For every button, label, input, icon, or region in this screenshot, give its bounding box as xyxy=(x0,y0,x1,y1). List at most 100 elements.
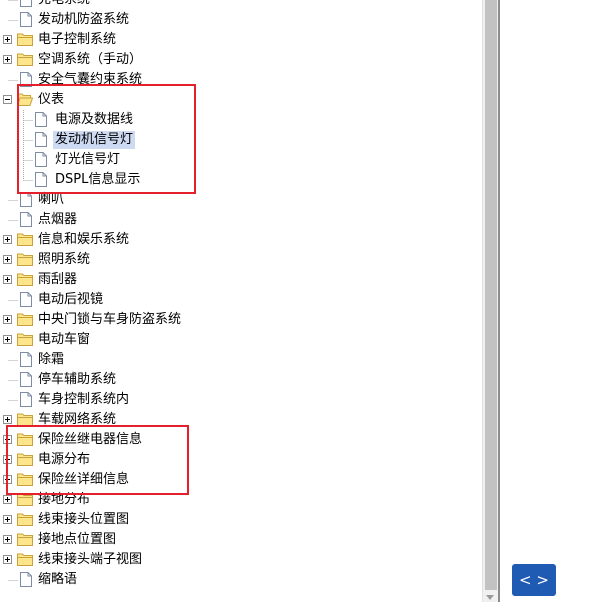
expand-toggle-icon[interactable] xyxy=(3,315,12,324)
folder-icon xyxy=(17,453,33,466)
expand-toggle-icon[interactable] xyxy=(3,515,12,524)
prev-next-button[interactable]: < > xyxy=(512,564,556,596)
expand-toggle-icon[interactable] xyxy=(3,555,12,564)
tree-item-label[interactable]: DSPL信息显示 xyxy=(53,171,142,189)
tree-item[interactable]: 接地分布 xyxy=(0,490,480,510)
tree-connector-lines xyxy=(23,170,33,181)
tree-item-label[interactable]: 充电系统 xyxy=(36,0,92,9)
tree-item-label[interactable]: 车身控制系统内 xyxy=(36,391,131,409)
page-icon xyxy=(35,112,47,127)
collapse-toggle-icon[interactable] xyxy=(3,95,12,104)
tree-item[interactable]: 灯光信号灯 xyxy=(0,150,480,170)
tree-item-label[interactable]: 线束接头端子视图 xyxy=(36,551,144,569)
tree-item-label[interactable]: 喇叭 xyxy=(36,191,66,209)
tree-connector-lines xyxy=(23,130,33,150)
tree-item-label[interactable]: 除霜 xyxy=(36,351,66,369)
tree-item[interactable]: 电动后视镜 xyxy=(0,290,480,310)
tree-item-label[interactable]: 电子控制系统 xyxy=(36,31,118,49)
tree-item[interactable]: 安全气囊约束系统 xyxy=(0,70,480,90)
folder-icon xyxy=(17,473,33,486)
expand-toggle-icon[interactable] xyxy=(3,275,12,284)
tree-item-label[interactable]: 保险丝详细信息 xyxy=(36,471,131,489)
tree-item[interactable]: 信息和娱乐系统 xyxy=(0,230,480,250)
tree-item-label[interactable]: 保险丝继电器信息 xyxy=(36,431,144,449)
tree-item-label[interactable]: 空调系统（手动） xyxy=(36,51,144,69)
page-icon xyxy=(35,172,47,187)
tree-item-label[interactable]: 点烟器 xyxy=(36,211,79,229)
folder-icon xyxy=(17,233,33,246)
page-icon xyxy=(20,12,32,27)
tree-item[interactable]: 保险丝继电器信息 xyxy=(0,430,480,450)
expand-toggle-icon[interactable] xyxy=(3,475,12,484)
tree-item-label[interactable]: 电动车窗 xyxy=(36,331,92,349)
tree-item-label[interactable]: 接地点位置图 xyxy=(36,531,118,549)
tree-item[interactable]: 电子控制系统 xyxy=(0,30,480,50)
page-icon xyxy=(20,292,32,307)
expand-toggle-icon[interactable] xyxy=(3,495,12,504)
tree-item[interactable]: DSPL信息显示 xyxy=(0,170,480,190)
tree-connector-lines xyxy=(23,110,33,130)
tree-item[interactable]: 发动机信号灯 xyxy=(0,130,480,150)
tree-item-label[interactable]: 接地分布 xyxy=(36,491,92,509)
folder-open-icon xyxy=(17,93,34,106)
expand-toggle-icon[interactable] xyxy=(3,35,12,44)
tree-item-label[interactable]: 雨刮器 xyxy=(36,271,79,289)
tree-item-label[interactable]: 信息和娱乐系统 xyxy=(36,231,131,249)
tree-item[interactable]: 电源分布 xyxy=(0,450,480,470)
page-icon xyxy=(20,392,32,407)
tree-connector-lines xyxy=(23,150,33,170)
tree-item-label[interactable]: 电动后视镜 xyxy=(36,291,105,309)
tree-item[interactable]: 车载网络系统 xyxy=(0,410,480,430)
page-icon xyxy=(20,352,32,367)
expand-toggle-icon[interactable] xyxy=(3,255,12,264)
tree-item[interactable]: 缩略语 xyxy=(0,570,480,590)
tree-item-label[interactable]: 电源及数据线 xyxy=(53,111,135,129)
scrollbar-thumb[interactable] xyxy=(485,0,497,590)
vertical-scrollbar[interactable] xyxy=(482,0,498,602)
tree-item-label[interactable]: 中央门锁与车身防盗系统 xyxy=(36,311,183,329)
content-pane xyxy=(498,0,602,602)
expand-toggle-icon[interactable] xyxy=(3,435,12,444)
tree-item[interactable]: 线束接头位置图 xyxy=(0,510,480,530)
tree-item[interactable]: 保险丝详细信息 xyxy=(0,470,480,490)
expand-toggle-icon[interactable] xyxy=(3,335,12,344)
tree-item[interactable]: 雨刮器 xyxy=(0,270,480,290)
tree-item-label[interactable]: 照明系统 xyxy=(36,251,92,269)
tree-item-label[interactable]: 仪表 xyxy=(36,91,66,109)
tree-item[interactable]: 空调系统（手动） xyxy=(0,50,480,70)
folder-icon xyxy=(17,253,33,266)
page-icon xyxy=(20,372,32,387)
tree-view[interactable]: 充电系统发动机防盗系统电子控制系统空调系统（手动） 安全气囊约束系统仪表电源及数据… xyxy=(0,0,482,602)
tree-item-label-selected[interactable]: 发动机信号灯 xyxy=(53,131,136,149)
tree-item[interactable]: 仪表 xyxy=(0,90,480,110)
tree-item-label[interactable]: 线束接头位置图 xyxy=(36,511,131,529)
expand-toggle-icon[interactable] xyxy=(3,235,12,244)
tree-item-label[interactable]: 缩略语 xyxy=(36,571,79,589)
tree-item[interactable]: 接地点位置图 xyxy=(0,530,480,550)
tree-item[interactable]: 除霜 xyxy=(0,350,480,370)
page-icon xyxy=(35,152,47,167)
tree-item-label[interactable]: 灯光信号灯 xyxy=(53,151,122,169)
tree-item[interactable]: 喇叭 xyxy=(0,190,480,210)
tree-item-label[interactable]: 电源分布 xyxy=(36,451,92,469)
tree-item[interactable]: 线束接头端子视图 xyxy=(0,550,480,570)
tree-item[interactable]: 发动机防盗系统 xyxy=(0,10,480,30)
folder-icon xyxy=(17,273,33,286)
tree-item[interactable]: 点烟器 xyxy=(0,210,480,230)
tree-item[interactable]: 停车辅助系统 xyxy=(0,370,480,390)
tree-item[interactable]: 中央门锁与车身防盗系统 xyxy=(0,310,480,330)
tree-item-label[interactable]: 安全气囊约束系统 xyxy=(36,71,144,89)
tree-item-label[interactable]: 发动机防盗系统 xyxy=(36,11,131,29)
tree-item[interactable]: 车身控制系统内 xyxy=(0,390,480,410)
tree-item[interactable]: 充电系统 xyxy=(0,0,480,10)
expand-toggle-icon[interactable] xyxy=(3,415,12,424)
tree-item[interactable]: 电动车窗 xyxy=(0,330,480,350)
expand-toggle-icon[interactable] xyxy=(3,55,12,64)
expand-toggle-icon[interactable] xyxy=(3,455,12,464)
expand-toggle-icon[interactable] xyxy=(3,535,12,544)
scroll-down-arrow-icon[interactable] xyxy=(486,595,494,600)
tree-item-label[interactable]: 车载网络系统 xyxy=(36,411,118,429)
tree-item-label[interactable]: 停车辅助系统 xyxy=(36,371,118,389)
tree-item[interactable]: 电源及数据线 xyxy=(0,110,480,130)
tree-item[interactable]: 照明系统 xyxy=(0,250,480,270)
